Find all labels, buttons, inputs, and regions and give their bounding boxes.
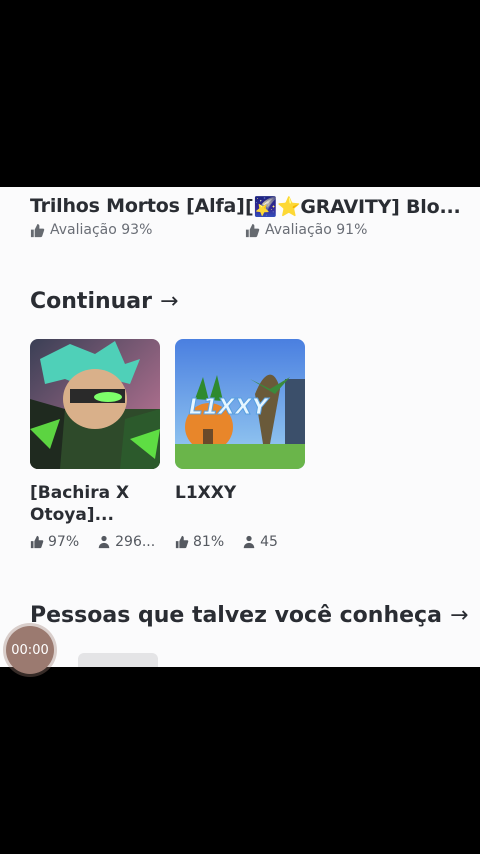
game-title: [🌠⭐GRAVITY] Blo... [245,196,461,218]
game-name-line1: [Bachira X [30,483,130,503]
section-title: Continuar [30,289,152,314]
thumbs-up-icon [30,535,44,549]
player-count: 296... [115,534,156,550]
game-name-line2: Otoya]... [30,505,114,525]
section-title: Pessoas que talvez você conheça [30,603,442,628]
thumbs-up-icon [245,223,260,237]
game-thumbnail-l1xxy[interactable]: L1XXY [175,339,305,469]
continue-section-header[interactable]: Continuar → [30,289,178,314]
arrow-right-icon: → [160,289,179,314]
rating-text: Avaliação 91% [265,222,368,238]
roblox-home-screen: Trilhos Mortos [Alfa] Avaliação 93% [🌠⭐G… [0,187,480,667]
recording-timer[interactable]: 00:00 [6,626,54,674]
players-icon [98,535,110,549]
people-section-header[interactable]: Pessoas que talvez você conheça → [30,603,468,628]
player-count: 45 [260,534,278,550]
bachira-thumbnail-image [30,339,160,469]
game-rating: Avaliação 91% [245,222,367,238]
players-icon [243,535,255,549]
game-rating: Avaliação 93% [30,222,152,238]
thumbs-up-icon [30,223,45,237]
rating-text: Avaliação 93% [50,222,153,238]
game-name-bachira[interactable]: [Bachira X Otoya]... [30,482,129,526]
game-name-l1xxy[interactable]: L1XXY [175,482,236,504]
timer-text: 00:00 [11,642,49,658]
game-thumbnail-bachira[interactable] [30,339,160,469]
game-stats-l1xxy: 81% 45 [175,534,278,550]
game-name-line1: L1XXY [175,483,237,503]
person-avatar-card[interactable] [78,653,158,667]
game-stats-bachira: 97% 296... [30,534,155,550]
svg-text:L1XXY: L1XXY [186,394,271,420]
arrow-right-icon: → [449,603,469,628]
l1xxy-thumbnail-image: L1XXY [175,339,305,469]
like-percent: 81% [193,534,225,550]
game-title: Trilhos Mortos [Alfa] [30,195,245,217]
thumbs-up-icon [175,535,189,549]
like-percent: 97% [48,534,80,550]
